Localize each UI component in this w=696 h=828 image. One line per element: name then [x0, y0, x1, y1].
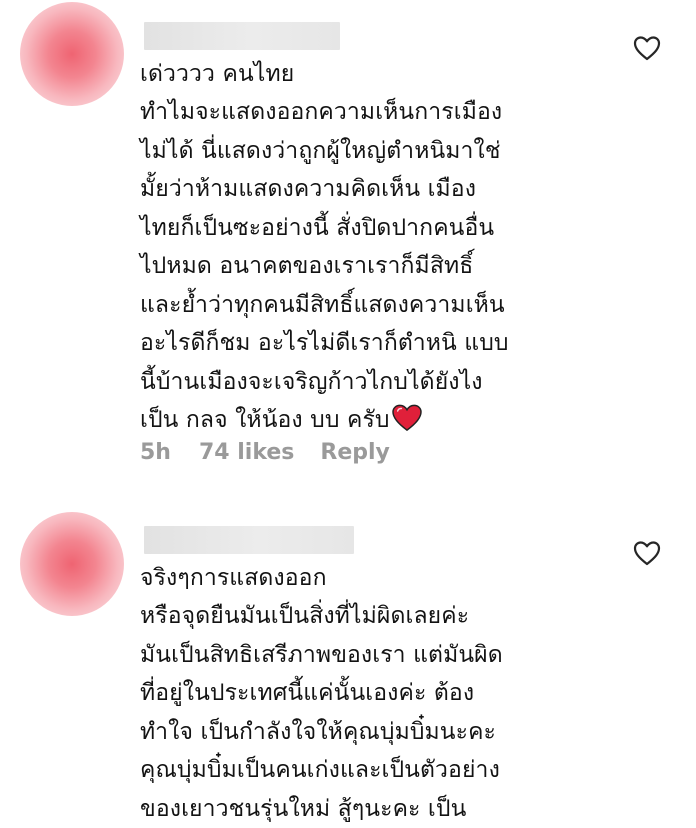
like-heart-icon[interactable] — [633, 35, 661, 61]
like-heart-icon[interactable] — [633, 540, 661, 566]
comment-body: เด่วววว คนไทย ทำไมจะแสดงออกความเห็นการเม… — [140, 60, 509, 434]
comment-text: เด่วววว คนไทย ทำไมจะแสดงออกความเห็นการเม… — [140, 16, 610, 440]
red-heart-emoji-icon — [391, 404, 422, 432]
comment-likes-count[interactable]: 74 likes — [199, 440, 294, 465]
comment-item: จริงๆการแสดงออก หรือจุดยืนมันเป็นสิ่งที่… — [0, 500, 696, 822]
comment-meta: 5h 74 likes Reply — [140, 440, 390, 465]
reply-button[interactable]: Reply — [320, 440, 390, 465]
comment-body: จริงๆการแสดงออก หรือจุดยืนมันเป็นสิ่งที่… — [140, 564, 503, 822]
comment-item: เด่วววว คนไทย ทำไมจะแสดงออกความเห็นการเม… — [0, 0, 696, 490]
comment-time: 5h — [140, 440, 171, 465]
avatar[interactable] — [20, 512, 124, 616]
comment-text: จริงๆการแสดงออก หรือจุดยืนมันเป็นสิ่งที่… — [140, 520, 610, 828]
avatar[interactable] — [20, 2, 124, 106]
